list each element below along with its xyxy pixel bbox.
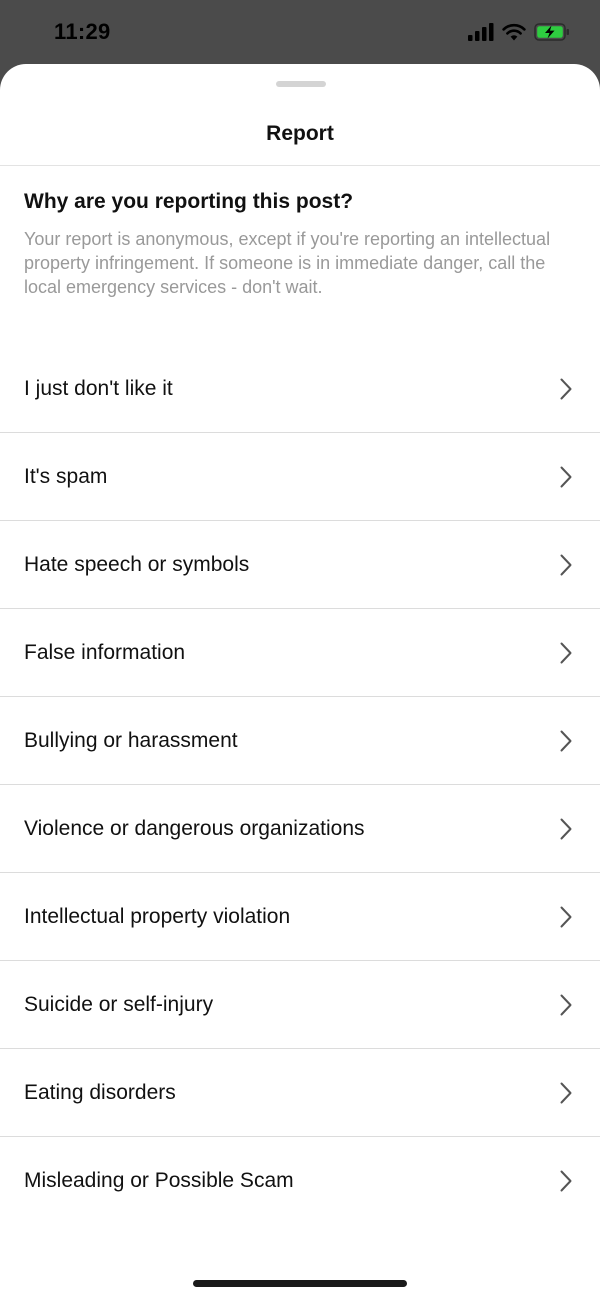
chevron-right-icon bbox=[560, 906, 572, 928]
chevron-right-icon bbox=[560, 994, 572, 1016]
option-label: It's spam bbox=[24, 464, 108, 488]
option-label: Misleading or Possible Scam bbox=[24, 1169, 294, 1192]
home-indicator[interactable] bbox=[193, 1280, 407, 1287]
report-subtext: Your report is anonymous, except if you'… bbox=[24, 229, 551, 297]
title-divider bbox=[0, 165, 600, 166]
option-bullying[interactable]: Bullying or harassment bbox=[0, 697, 600, 785]
chevron-right-icon bbox=[560, 378, 572, 400]
option-spam[interactable]: It's spam bbox=[0, 433, 600, 521]
chevron-right-icon bbox=[560, 642, 572, 664]
option-label: Bullying or harassment bbox=[24, 728, 238, 752]
chevron-right-icon bbox=[560, 1082, 572, 1104]
option-violence[interactable]: Violence or dangerous organizations bbox=[0, 785, 600, 873]
option-label: Suicide or self-injury bbox=[24, 992, 214, 1016]
status-bar: 11:29 bbox=[0, 0, 600, 64]
option-intellectual-property[interactable]: Intellectual property violation bbox=[0, 873, 600, 961]
chevron-right-icon bbox=[560, 730, 572, 752]
chevron-right-icon bbox=[560, 466, 572, 488]
status-time: 11:29 bbox=[54, 19, 111, 44]
sheet-title: Report bbox=[266, 122, 334, 145]
option-false-information[interactable]: False information bbox=[0, 609, 600, 697]
option-suicide-self-injury[interactable]: Suicide or self-injury bbox=[0, 961, 600, 1049]
option-hate-speech[interactable]: Hate speech or symbols bbox=[0, 521, 600, 609]
option-label: Violence or dangerous organizations bbox=[24, 816, 365, 840]
report-sheet: Report Why are you reporting this post? … bbox=[0, 64, 600, 1300]
chevron-right-icon bbox=[560, 554, 572, 576]
report-options-list: I just don't like it It's spam Hate spee… bbox=[0, 345, 600, 1225]
option-dont-like[interactable]: I just don't like it bbox=[0, 345, 600, 433]
chevron-right-icon bbox=[560, 818, 572, 840]
option-label: Eating disorders bbox=[24, 1080, 176, 1104]
option-label: Intellectual property violation bbox=[24, 904, 291, 928]
option-label: False information bbox=[24, 640, 186, 664]
option-eating-disorders[interactable]: Eating disorders bbox=[0, 1049, 600, 1137]
wifi-icon bbox=[502, 23, 526, 41]
chevron-right-icon bbox=[560, 1170, 572, 1192]
battery-charging-icon bbox=[534, 23, 570, 41]
option-label: Hate speech or symbols bbox=[24, 552, 250, 576]
sheet-grabber[interactable] bbox=[276, 81, 326, 87]
report-question: Why are you reporting this post? bbox=[24, 190, 354, 213]
signal-icon bbox=[468, 23, 494, 41]
option-misleading-scam[interactable]: Misleading or Possible Scam bbox=[0, 1137, 600, 1225]
option-label: I just don't like it bbox=[24, 376, 173, 400]
status-icons bbox=[468, 21, 570, 43]
